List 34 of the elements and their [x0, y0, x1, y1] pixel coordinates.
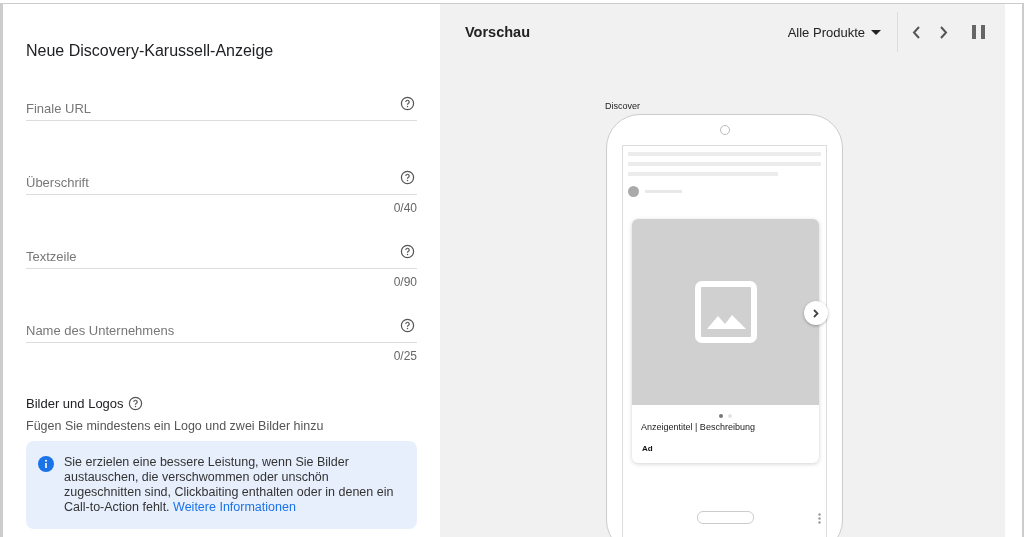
form-title: Neue Discovery-Karussell-Anzeige [26, 42, 275, 60]
info-text: Sie erzielen eine bessere Leistung, wenn Sie Bilder austauschen, die verschwommen oder unschön zugeschnitten sind, Clickbaiting enthalten oder in denen ein Call-to-Action fehlt. Weitere Informationen [64, 455, 395, 515]
previous-icon[interactable] [912, 25, 920, 39]
more-icon[interactable] [818, 513, 821, 524]
character-counter: 0/25 [393, 349, 417, 363]
character-counter: 0/40 [393, 201, 417, 215]
info-icon [38, 456, 54, 472]
preview-title: Vorschau [465, 24, 530, 40]
character-counter: 0/90 [393, 275, 417, 289]
ad-headline: Anzeigentitel | Beschreibung [640, 421, 756, 432]
avatar-circle [628, 186, 639, 197]
text-field[interactable]: Überschrift [26, 170, 417, 195]
chevron-right-icon [813, 308, 819, 318]
section-hint: Fügen Sie mindestens ein Logo und zwei Bilder hinzu [26, 419, 325, 433]
text-field[interactable]: Finale URL [26, 96, 417, 121]
carousel-dot[interactable] [719, 414, 723, 418]
help-icon[interactable] [127, 396, 143, 411]
pause-icon[interactable] [972, 25, 985, 39]
more-info-link[interactable]: Weitere Informationen [173, 500, 296, 514]
help-icon[interactable] [400, 244, 415, 259]
text-field[interactable]: Name des Unternehmens [26, 318, 417, 343]
caret-icon [871, 29, 881, 35]
nav-pill [697, 511, 754, 524]
help-icon[interactable] [400, 170, 415, 185]
surface-label: Discover [605, 101, 641, 111]
ad-label: Ad [642, 444, 653, 453]
help-icon[interactable] [400, 318, 415, 333]
section-title: Bilder und Logos [26, 396, 124, 411]
next-icon[interactable] [940, 25, 948, 39]
image-icon [694, 281, 757, 343]
help-icon[interactable] [400, 96, 415, 111]
product-dropdown[interactable]: Alle Produkte [787, 24, 881, 40]
text-field[interactable]: Textzeile [26, 244, 417, 269]
next-slide-button[interactable] [804, 301, 828, 325]
